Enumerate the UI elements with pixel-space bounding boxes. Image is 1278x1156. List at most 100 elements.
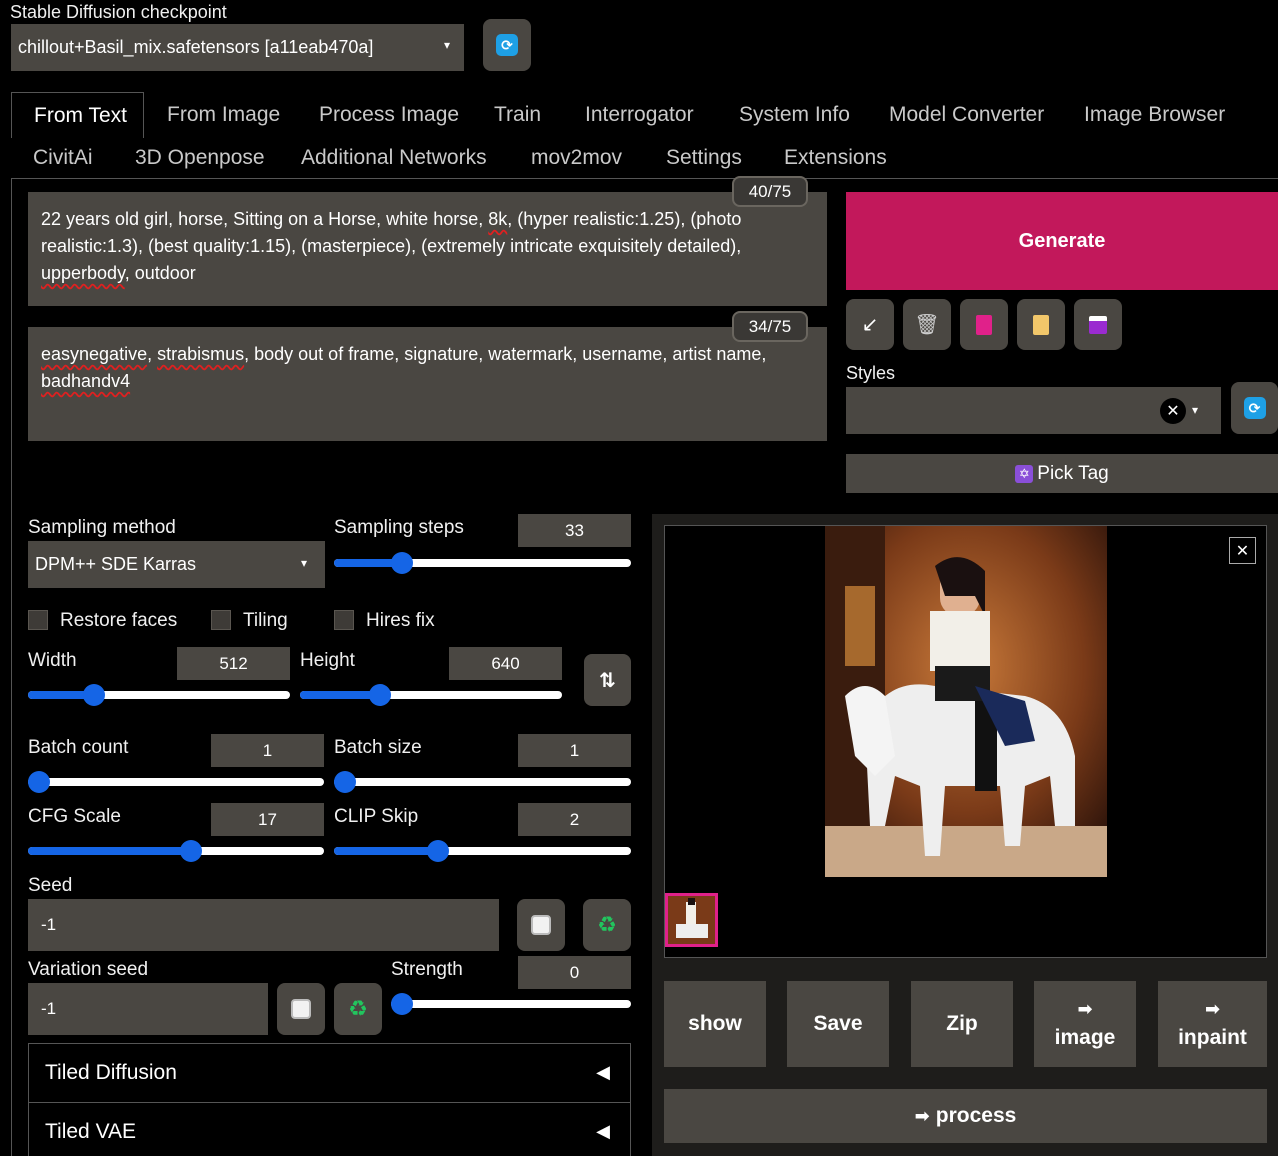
show-button[interactable]: show (664, 981, 766, 1067)
clear-prompt-button[interactable]: 🗑 (903, 299, 951, 350)
dice-icon (291, 999, 311, 1019)
variation-seed-input[interactable]: -1 (28, 983, 268, 1035)
recycle-icon: ♻ (348, 996, 368, 1021)
tab-train[interactable]: Train (494, 103, 541, 127)
batch-count-input[interactable]: 1 (211, 734, 324, 767)
styles-dropdown[interactable]: ✕ ▾ (846, 387, 1221, 434)
cfg-scale-input[interactable]: 17 (211, 803, 324, 836)
prompt-token-counter: 40/75 (732, 176, 808, 207)
apply-style-button[interactable] (1017, 299, 1065, 350)
gallery-thumbnail[interactable] (665, 893, 718, 947)
tab-from-image[interactable]: From Image (167, 103, 280, 127)
trash-icon: 🗑 (914, 314, 940, 336)
tab-process-image[interactable]: Process Image (319, 103, 459, 127)
recycle-icon: ♻ (597, 912, 617, 937)
refresh-icon: ⟳ (496, 34, 518, 56)
floppy-disk-icon (1089, 315, 1107, 334)
clip-skip-input[interactable]: 2 (518, 803, 631, 836)
prompt-textarea[interactable]: 22 years old girl, horse, Sitting on a H… (28, 192, 827, 306)
clip-skip-slider[interactable] (334, 840, 631, 862)
send-to-image-label: image (1054, 1025, 1116, 1049)
batch-count-label: Batch count (28, 737, 129, 758)
checkpoint-value: chillout+Basil_mix.safetensors [a11eab47… (18, 37, 374, 57)
read-params-button[interactable]: ↙ (846, 299, 894, 350)
clear-icon[interactable]: ✕ (1160, 398, 1186, 424)
negative-prompt-textarea[interactable]: easynegative, strabismus, body out of fr… (28, 327, 827, 441)
random-variation-seed-button[interactable] (277, 983, 325, 1035)
height-slider[interactable] (300, 684, 562, 706)
reuse-variation-seed-button[interactable]: ♻ (334, 983, 382, 1035)
tab-system-info[interactable]: System Info (739, 103, 850, 127)
sampling-method-dropdown[interactable]: DPM++ SDE Karras ▾ (28, 541, 325, 588)
card-icon (976, 314, 992, 335)
tab-interrogator[interactable]: Interrogator (585, 103, 694, 127)
tiled-vae-accordion[interactable]: Tiled VAE ◀ (28, 1102, 631, 1156)
hires-fix-label: Hires fix (366, 610, 435, 631)
restore-faces-label: Restore faces (60, 610, 178, 631)
collapse-triangle-icon: ◀ (596, 1062, 610, 1082)
close-icon[interactable]: ✕ (1229, 537, 1256, 564)
width-slider[interactable] (28, 684, 290, 706)
tab-civitai[interactable]: CivitAi (33, 146, 93, 170)
generated-image[interactable] (825, 526, 1107, 877)
cfg-scale-slider[interactable] (28, 840, 324, 862)
show-extra-networks-button[interactable] (960, 299, 1008, 350)
refresh-checkpoint-button[interactable]: ⟳ (483, 19, 531, 71)
tab-mov2mov[interactable]: mov2mov (531, 146, 622, 170)
refresh-icon: ⟳ (1243, 397, 1266, 419)
batch-size-slider[interactable] (334, 771, 631, 793)
send-to-inpaint-button[interactable]: ➡ inpaint (1158, 981, 1267, 1067)
chevron-down-icon: ▾ (300, 556, 307, 570)
tiling-label: Tiling (243, 610, 288, 631)
tab-from-text[interactable]: From Text (11, 92, 144, 138)
arrow-right-icon: ➡ (914, 1105, 930, 1126)
arrow-down-left-icon: ↙ (861, 314, 879, 336)
tab-label: From Text (34, 104, 127, 127)
tab-extensions[interactable]: Extensions (784, 146, 887, 170)
checkpoint-dropdown[interactable]: chillout+Basil_mix.safetensors [a11eab47… (11, 24, 464, 71)
refresh-styles-button[interactable]: ⟳ (1231, 382, 1278, 434)
pick-tag-button[interactable]: ✡ Pick Tag (846, 454, 1278, 493)
generate-button[interactable]: Generate (846, 192, 1278, 290)
seed-input[interactable]: -1 (28, 899, 499, 951)
random-seed-button[interactable] (517, 899, 565, 951)
tag-icon: ✡ (1015, 464, 1034, 483)
swap-dimensions-button[interactable]: ⇅ (584, 654, 631, 706)
tiling-checkbox[interactable] (211, 610, 231, 630)
height-input[interactable]: 640 (449, 647, 562, 680)
send-to-image-button[interactable]: ➡ image (1034, 981, 1136, 1067)
strength-slider[interactable] (391, 993, 631, 1015)
chevron-down-icon: ▾ (443, 38, 450, 52)
width-input[interactable]: 512 (177, 647, 290, 680)
sampling-steps-input[interactable]: 33 (518, 514, 631, 547)
prompt-text: 22 years old girl, horse, Sitting on a H… (41, 209, 742, 283)
gallery: ✕ (664, 525, 1267, 958)
restore-faces-checkbox[interactable] (28, 610, 48, 630)
strength-label: Strength (391, 959, 463, 980)
sampling-steps-label: Sampling steps (334, 517, 464, 538)
tab-additional-networks[interactable]: Additional Networks (301, 146, 487, 170)
checkpoint-label: Stable Diffusion checkpoint (10, 2, 227, 22)
hires-fix-checkbox[interactable] (334, 610, 354, 630)
negative-token-counter: 34/75 (732, 311, 808, 342)
send-to-process-label: process (935, 1104, 1017, 1127)
sampling-steps-slider[interactable] (334, 552, 631, 574)
cfg-scale-label: CFG Scale (28, 806, 121, 827)
batch-count-slider[interactable] (28, 771, 324, 793)
save-button[interactable]: Save (787, 981, 889, 1067)
save-style-button[interactable] (1074, 299, 1122, 350)
tab-model-converter[interactable]: Model Converter (889, 103, 1044, 127)
zip-button[interactable]: Zip (911, 981, 1013, 1067)
tiled-diffusion-accordion[interactable]: Tiled Diffusion ◀ (28, 1043, 631, 1103)
pick-tag-label: Pick Tag (1037, 462, 1109, 484)
send-to-process-button[interactable]: ➡ process (664, 1089, 1267, 1143)
strength-input[interactable]: 0 (518, 956, 631, 989)
height-label: Height (300, 650, 355, 671)
tab-3d-openpose[interactable]: 3D Openpose (135, 146, 265, 170)
batch-size-input[interactable]: 1 (518, 734, 631, 767)
tab-image-browser[interactable]: Image Browser (1084, 103, 1225, 127)
reuse-seed-button[interactable]: ♻ (583, 899, 631, 951)
tab-settings[interactable]: Settings (666, 146, 742, 170)
arrow-right-icon: ➡ (1077, 998, 1093, 1019)
send-to-inpaint-label: inpaint (1178, 1025, 1247, 1049)
